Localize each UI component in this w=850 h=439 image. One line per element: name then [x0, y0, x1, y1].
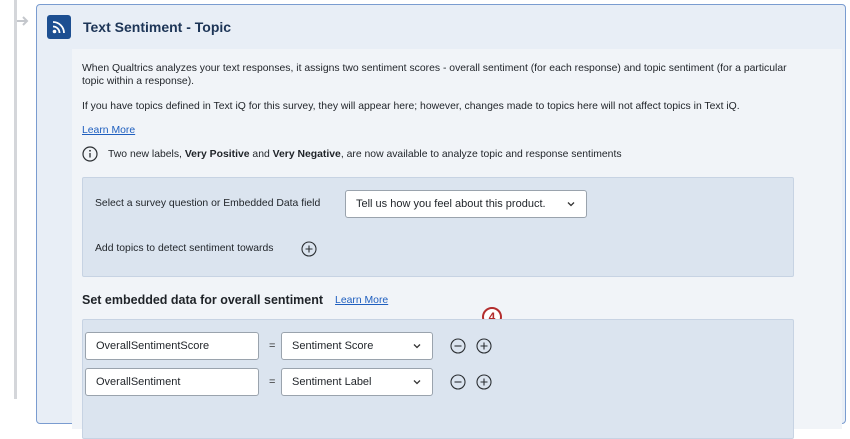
card-body: When Qualtrics analyzes your text respon… [72, 49, 842, 439]
intro-paragraph: When Qualtrics analyzes your text respon… [82, 63, 787, 87]
question-select[interactable]: Tell us how you feel about this product. [345, 190, 587, 218]
question-select-label: Select a survey question or Embedded Dat… [95, 198, 321, 209]
notice-text: Two new labels, Very Positive and Very N… [108, 148, 622, 160]
equals-sign: = [269, 340, 276, 352]
embedded-data-section-title: Set embedded data for overall sentiment … [82, 293, 388, 307]
chevron-down-icon [567, 202, 575, 207]
remove-row-button[interactable] [450, 338, 466, 354]
card-header: Text Sentiment - Topic [47, 15, 231, 39]
sentiment-type-value: Sentiment Score [292, 340, 374, 352]
embedded-field-input[interactable]: OverallSentimentScore [85, 332, 259, 360]
info-icon [82, 146, 98, 162]
card-title: Text Sentiment - Topic [83, 19, 232, 35]
flow-line [14, 0, 17, 399]
topics-paragraph: If you have topics defined in Text iQ fo… [82, 101, 740, 112]
add-topic-button[interactable] [301, 241, 317, 257]
learn-more-link[interactable]: Learn More [82, 125, 135, 136]
sentiment-type-select[interactable]: Sentiment Score [281, 332, 433, 360]
embedded-data-title-text: Set embedded data for overall sentiment [82, 293, 324, 307]
embedded-learn-more-link[interactable]: Learn More [335, 295, 388, 306]
add-row-button[interactable] [476, 338, 492, 354]
chevron-down-icon [413, 380, 421, 385]
rss-icon [47, 15, 71, 39]
flow-connector [17, 7, 29, 35]
equals-sign: = [269, 376, 276, 388]
add-row-button[interactable] [476, 374, 492, 390]
remove-row-button[interactable] [450, 374, 466, 390]
new-labels-notice: Two new labels, Very Positive and Very N… [82, 146, 622, 162]
topics-label: Add topics to detect sentiment towards [95, 243, 274, 254]
sentiment-type-select[interactable]: Sentiment Label [281, 368, 433, 396]
embedded-data-panel: OverallSentimentScore = Sentiment Score … [82, 319, 794, 439]
embedded-field-value: OverallSentimentScore [96, 340, 210, 352]
sentiment-type-value: Sentiment Label [292, 376, 372, 388]
question-select-value: Tell us how you feel about this product. [356, 198, 546, 210]
chevron-down-icon [413, 344, 421, 349]
text-sentiment-topic-card: Text Sentiment - Topic When Qualtrics an… [36, 4, 846, 439]
embedded-field-value: OverallSentiment [96, 376, 181, 388]
embedded-field-input[interactable]: OverallSentiment [85, 368, 259, 396]
question-panel: Select a survey question or Embedded Dat… [82, 177, 794, 277]
